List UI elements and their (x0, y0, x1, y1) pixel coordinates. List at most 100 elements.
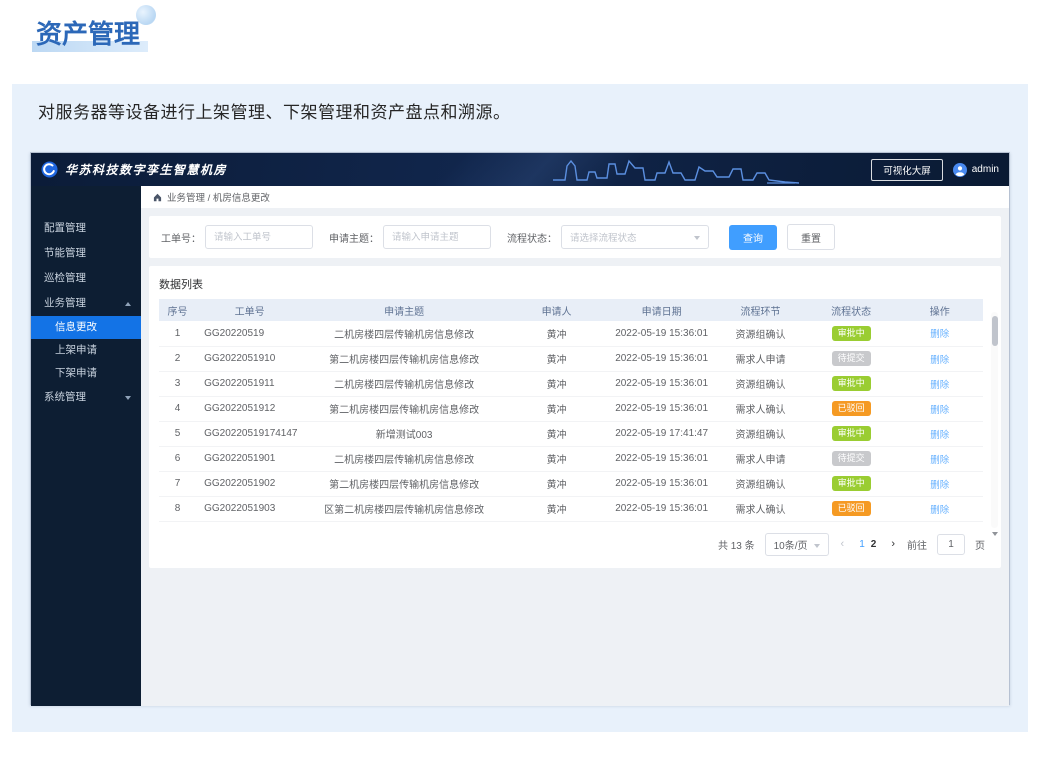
row-action-cell: 删除 (896, 446, 983, 471)
delete-link[interactable]: 删除 (930, 505, 949, 516)
row-step: 资源组确认 (715, 371, 806, 396)
row-action-cell: 删除 (896, 371, 983, 396)
scrollbar-down-icon[interactable] (992, 532, 998, 536)
delete-link[interactable]: 删除 (930, 405, 949, 416)
sidebar-item-信息更改[interactable]: 信息更改 (31, 316, 141, 339)
status-badge: 已驳回 (832, 401, 871, 416)
status-badge: 审批中 (832, 326, 871, 341)
row-applicant: 黄冲 (505, 446, 608, 471)
sidebar-item-上架申请[interactable]: 上架申请 (31, 339, 141, 362)
row-order-no: GG2022051911 (196, 371, 303, 396)
delete-link[interactable]: 删除 (930, 329, 949, 340)
row-status-cell: 待提交 (806, 446, 897, 471)
row-subject: 区第二机房楼四层传输机房信息修改 (303, 496, 505, 521)
row-step: 需求人申请 (715, 446, 806, 471)
order-no-input[interactable] (205, 225, 313, 249)
sidebar-item-系统管理[interactable]: 系统管理 (31, 385, 141, 410)
col-date: 申请日期 (608, 299, 715, 321)
status-badge: 待提交 (832, 351, 871, 366)
row-status-cell: 审批中 (806, 471, 897, 496)
avatar-icon (953, 163, 967, 177)
chevron-up-icon (125, 302, 131, 306)
visual-screen-button[interactable]: 可视化大屏 (871, 159, 943, 181)
table-row: 3GG2022051911二机房楼四层传输机房信息修改黄冲2022-05-19 … (159, 371, 983, 396)
row-subject: 第二机房楼四层传输机房信息修改 (303, 346, 505, 371)
row-step: 需求人确认 (715, 396, 806, 421)
status-select[interactable]: 请选择流程状态 (561, 225, 709, 249)
chevron-down-icon (694, 236, 700, 240)
row-step: 资源组确认 (715, 321, 806, 346)
pagination-total: 共 13 条 (718, 537, 755, 552)
delete-link[interactable]: 删除 (930, 455, 949, 466)
sidebar-item-节能管理[interactable]: 节能管理 (31, 241, 141, 266)
goto-unit: 页 (975, 537, 985, 552)
status-badge: 审批中 (832, 476, 871, 491)
row-subject: 第二机房楼四层传输机房信息修改 (303, 396, 505, 421)
subject-input[interactable] (383, 225, 491, 249)
row-applicant: 黄冲 (505, 496, 608, 521)
sidebar-item-下架申请[interactable]: 下架申请 (31, 362, 141, 385)
row-applicant: 黄冲 (505, 421, 608, 446)
row-action-cell: 删除 (896, 396, 983, 421)
delete-link[interactable]: 删除 (930, 355, 949, 366)
delete-link[interactable]: 删除 (930, 430, 949, 441)
page-size-select[interactable]: 10条/页 (765, 533, 829, 556)
sidebar-item-业务管理[interactable]: 业务管理 (31, 291, 141, 316)
filter-order-no: 工单号： (161, 225, 313, 249)
breadcrumb: 业务管理 / 机房信息更改 (141, 186, 1009, 208)
search-button[interactable]: 查询 (729, 225, 777, 250)
sidebar-item-配置管理[interactable]: 配置管理 (31, 216, 141, 241)
goto-page-input[interactable] (937, 534, 965, 555)
col-applicant: 申请人 (505, 299, 608, 321)
row-subject: 新增测试003 (303, 421, 505, 446)
row-applicant: 黄冲 (505, 396, 608, 421)
table-body: 1GG20220519二机房楼四层传输机房信息修改黄冲2022-05-19 15… (159, 321, 983, 521)
order-no-label: 工单号： (161, 230, 201, 245)
row-action-cell: 删除 (896, 321, 983, 346)
sidebar-item-巡检管理[interactable]: 巡检管理 (31, 266, 141, 291)
delete-link[interactable]: 删除 (930, 380, 949, 391)
sidebar: 配置管理节能管理巡检管理业务管理信息更改上架申请下架申请系统管理 (31, 186, 141, 706)
row-status-cell: 审批中 (806, 371, 897, 396)
table-scrollbar (991, 312, 998, 528)
row-status-cell: 待提交 (806, 346, 897, 371)
reset-button[interactable]: 重置 (787, 224, 835, 250)
prev-page-button[interactable]: ‹ (839, 538, 847, 550)
table-header-row: 序号 工单号 申请主题 申请人 申请日期 流程环节 流程状态 操作 (159, 299, 983, 321)
row-order-no: GG2022051901 (196, 446, 303, 471)
next-page-button[interactable]: › (889, 538, 897, 550)
row-status-cell: 已驳回 (806, 496, 897, 521)
table-row: 2GG2022051910第二机房楼四层传输机房信息修改黄冲2022-05-19… (159, 346, 983, 371)
status-badge: 审批中 (832, 376, 871, 391)
user-menu[interactable]: admin (953, 163, 999, 177)
row-order-no: GG2022051912 (196, 396, 303, 421)
row-date: 2022-05-19 15:36:01 (608, 321, 715, 346)
scrollbar-thumb[interactable] (992, 316, 998, 346)
delete-link[interactable]: 删除 (930, 480, 949, 491)
page-title: 资产管理 (36, 14, 140, 51)
row-index: 4 (159, 396, 196, 421)
row-applicant: 黄冲 (505, 346, 608, 371)
row-status-cell: 审批中 (806, 421, 897, 446)
table-row: 4GG2022051912第二机房楼四层传输机房信息修改黄冲2022-05-19… (159, 396, 983, 421)
row-action-cell: 删除 (896, 346, 983, 371)
row-applicant: 黄冲 (505, 321, 608, 346)
row-date: 2022-05-19 15:36:01 (608, 396, 715, 421)
row-order-no: GG2022051910 (196, 346, 303, 371)
row-date: 2022-05-19 15:36:01 (608, 446, 715, 471)
header-right: 可视化大屏 admin (871, 159, 999, 181)
goto-label: 前往 (907, 537, 927, 552)
app-screenshot: 华苏科技数字孪生智慧机房 可视化大屏 admin 配置管 (30, 152, 1010, 705)
row-index: 5 (159, 421, 196, 446)
page-number-2[interactable]: 2 (868, 539, 880, 550)
doc-section-panel: 对服务器等设备进行上架管理、下架管理和资产盘点和溯源。 华苏科技数字孪生智慧机房… (12, 84, 1028, 732)
home-icon[interactable] (153, 193, 162, 202)
filter-subject: 申请主题： (329, 225, 491, 249)
page-size-value: 10条/页 (774, 541, 808, 552)
chevron-down-icon (125, 396, 131, 400)
row-applicant: 黄冲 (505, 471, 608, 496)
col-status: 流程状态 (806, 299, 897, 321)
app-header: 华苏科技数字孪生智慧机房 可视化大屏 admin (31, 153, 1009, 186)
page-number-1[interactable]: 1 (856, 539, 868, 550)
row-subject: 二机房楼四层传输机房信息修改 (303, 321, 505, 346)
